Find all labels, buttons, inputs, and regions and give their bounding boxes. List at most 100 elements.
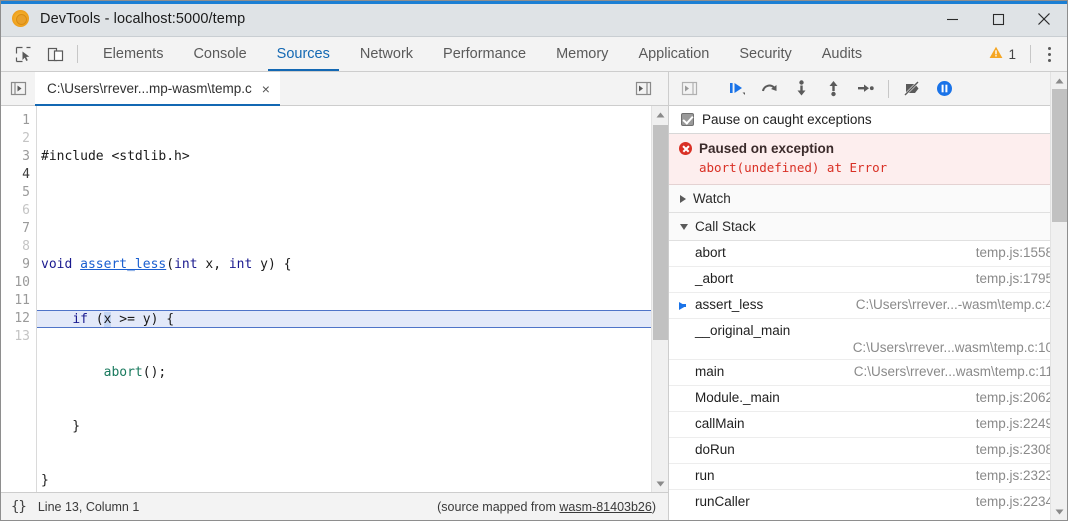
show-navigator-right-icon[interactable] (626, 81, 660, 96)
resume-icon[interactable] (722, 75, 752, 103)
code-token-highlighted: x (104, 312, 112, 327)
source-map-link[interactable]: wasm-81403b26 (559, 500, 651, 514)
maximize-button[interactable] (975, 1, 1021, 37)
scrollbar-track[interactable] (652, 123, 669, 475)
call-stack-row[interactable]: __original_main C:\Users\rrever...wasm\t… (669, 319, 1067, 360)
debugger-pane: Pause on caught exceptions Paused on exc… (669, 72, 1067, 520)
exception-title-row: Paused on exception (679, 141, 1057, 156)
show-navigator-icon[interactable] (1, 72, 35, 105)
step-into-icon[interactable] (786, 75, 816, 103)
tab-bar-right: 1 (981, 37, 1067, 71)
line-number-gutter[interactable]: 1 2 3 4 5 6 7 8 9 10 11 12 13 (1, 106, 37, 492)
frame-name: callMain (695, 416, 745, 431)
scroll-down-icon[interactable] (1051, 503, 1068, 520)
frame-name: main (695, 364, 724, 379)
scrollbar-track[interactable] (1051, 89, 1068, 503)
code-token-keyword: if (72, 312, 88, 327)
call-stack-row[interactable]: doRun temp.js:2308 (669, 438, 1067, 464)
scroll-down-icon[interactable] (652, 475, 669, 492)
minimize-button[interactable] (929, 1, 975, 37)
call-stack-list[interactable]: abort temp.js:1558 _abort temp.js:1795 a… (669, 241, 1067, 520)
frame-location[interactable]: temp.js:2234 (962, 494, 1053, 509)
frame-name: Module._main (695, 390, 780, 405)
frame-location[interactable]: temp.js:1558 (962, 245, 1053, 260)
deactivate-breakpoints-icon[interactable] (897, 75, 927, 103)
section-watch[interactable]: Watch (669, 185, 1067, 213)
line-number: 10 (1, 274, 36, 292)
warning-counter[interactable]: 1 (981, 46, 1024, 62)
call-stack-row[interactable]: callMain temp.js:2249 (669, 412, 1067, 438)
file-tab-strip: C:\Users\rrever...mp-wasm\temp.c × (1, 72, 668, 106)
frame-location[interactable]: C:\Users\rrever...-wasm\temp.c:4 (842, 297, 1053, 312)
scrollbar-thumb[interactable] (1052, 89, 1067, 222)
frame-location[interactable]: C:\Users\rrever...wasm\temp.c:11 (840, 364, 1053, 379)
call-stack-row[interactable]: _abort temp.js:1795 (669, 267, 1067, 293)
inspect-element-icon[interactable] (7, 37, 39, 71)
title-bar: DevTools - localhost:5000/temp (1, 1, 1067, 37)
frame-location[interactable]: C:\Users\rrever...wasm\temp.c:10 (669, 340, 1053, 355)
step-over-icon[interactable] (754, 75, 784, 103)
tab-network[interactable]: Network (345, 37, 428, 71)
line-number: 2 (1, 130, 36, 148)
debugger-scrollbar[interactable] (1050, 72, 1067, 520)
scrollbar-thumb[interactable] (653, 125, 668, 340)
step-out-icon[interactable] (818, 75, 848, 103)
frame-location[interactable]: temp.js:2308 (962, 442, 1053, 457)
file-tab-temp-c[interactable]: C:\Users\rrever...mp-wasm\temp.c × (35, 72, 280, 105)
scroll-up-icon[interactable] (652, 106, 669, 123)
frame-location[interactable]: temp.js:2062 (962, 390, 1053, 405)
pretty-print-icon[interactable]: {} (11, 499, 38, 515)
call-stack-row[interactable]: runCaller temp.js:2234 (669, 490, 1067, 516)
devtools-icon (12, 10, 29, 27)
toolbar-divider (888, 80, 889, 98)
frame-location[interactable]: temp.js:2323 (962, 468, 1053, 483)
code-editor[interactable]: 1 2 3 4 5 6 7 8 9 10 11 12 13 (1, 106, 668, 492)
step-icon[interactable] (850, 75, 880, 103)
tab-sources[interactable]: Sources (262, 37, 345, 71)
code-token-function-link[interactable]: assert_less (80, 257, 166, 272)
tab-security[interactable]: Security (724, 37, 806, 71)
close-icon[interactable]: × (260, 82, 272, 96)
cursor-position: Line 13, Column 1 (38, 500, 139, 514)
tab-application[interactable]: Application (623, 37, 724, 71)
code-token-keyword: void (41, 257, 72, 272)
tab-memory[interactable]: Memory (541, 37, 623, 71)
chevron-down-icon (680, 224, 688, 230)
code-token-function-call: abort (104, 365, 143, 380)
call-stack-row-selected[interactable]: assert_less C:\Users\rrever...-wasm\temp… (669, 293, 1067, 319)
line-number: 12 (1, 310, 36, 328)
paused-on-exception-banner: Paused on exception abort(undefined) at … (669, 134, 1067, 185)
section-call-stack-label: Call Stack (695, 219, 756, 234)
code-line: void assert_less(int x, int y) { (41, 256, 651, 274)
code-text[interactable]: #include <stdlib.h> void assert_less(int… (37, 106, 651, 492)
editor-scrollbar[interactable] (651, 106, 668, 492)
call-stack-row[interactable]: abort temp.js:1558 (669, 241, 1067, 267)
tab-label: Elements (103, 46, 163, 62)
kebab-menu-icon[interactable] (1037, 42, 1061, 66)
window-controls (929, 1, 1067, 37)
code-token-keyword: int (229, 257, 252, 272)
call-stack-row[interactable]: run temp.js:2323 (669, 464, 1067, 490)
devtools-window: DevTools - localhost:5000/temp (0, 0, 1068, 521)
frame-location[interactable]: temp.js:2249 (962, 416, 1053, 431)
tab-elements[interactable]: Elements (88, 37, 178, 71)
tab-label: Sources (277, 46, 330, 62)
frame-marker (669, 302, 695, 310)
section-watch-label: Watch (693, 191, 731, 206)
pause-on-exceptions-icon[interactable] (929, 75, 959, 103)
frame-location[interactable]: temp.js:1795 (962, 271, 1053, 286)
close-button[interactable] (1021, 1, 1067, 37)
section-call-stack[interactable]: Call Stack (669, 213, 1067, 241)
tab-audits[interactable]: Audits (807, 37, 877, 71)
device-toolbar-icon[interactable] (39, 37, 71, 71)
pause-on-caught-exceptions-row[interactable]: Pause on caught exceptions (669, 106, 1067, 134)
scroll-up-icon[interactable] (1051, 72, 1068, 89)
tab-performance[interactable]: Performance (428, 37, 541, 71)
call-stack-row[interactable]: main C:\Users\rrever...wasm\temp.c:11 (669, 360, 1067, 386)
pause-on-caught-exceptions-checkbox[interactable] (681, 113, 694, 126)
tab-console[interactable]: Console (178, 37, 261, 71)
code-line: #include <stdlib.h> (41, 148, 651, 166)
code-editor-inner[interactable]: 1 2 3 4 5 6 7 8 9 10 11 12 13 (1, 106, 651, 492)
call-stack-row[interactable]: Module._main temp.js:2062 (669, 386, 1067, 412)
show-debugger-sidebar-icon[interactable] (674, 75, 704, 103)
